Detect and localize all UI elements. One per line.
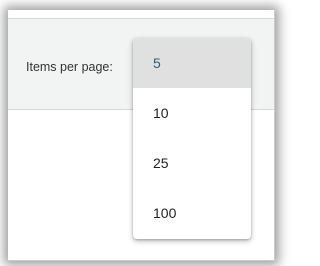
page-size-option-5[interactable]: 5 — [133, 38, 251, 88]
page-size-option-25[interactable]: 25 — [133, 138, 251, 188]
page-size-option-10[interactable]: 10 — [133, 88, 251, 138]
top-strip — [8, 10, 274, 18]
page-size-option-100[interactable]: 100 — [133, 188, 251, 238]
items-per-page-label: Items per page: — [26, 60, 113, 74]
page-size-dropdown-menu: 5 10 25 100 — [133, 38, 251, 239]
